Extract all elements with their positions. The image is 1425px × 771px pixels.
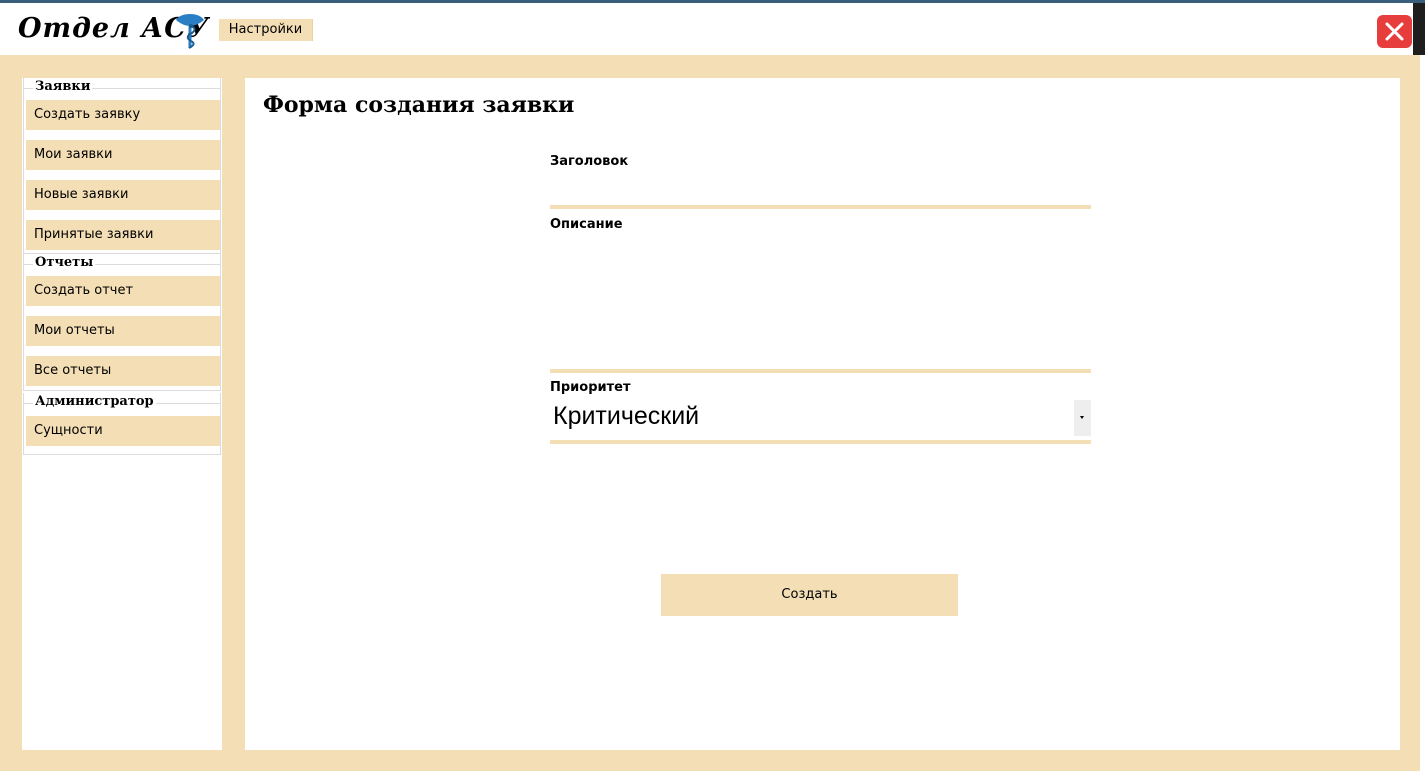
page-title: Форма создания заявки: [263, 92, 575, 118]
sidebar-item-my-reports[interactable]: Мои отчеты: [26, 316, 220, 346]
sidebar: Заявки Создать заявку Мои заявки Новые з…: [22, 78, 222, 750]
background-edge: [1413, 3, 1425, 55]
create-button[interactable]: Создать: [661, 574, 958, 616]
background-edge: [1420, 55, 1425, 771]
close-button[interactable]: [1377, 15, 1412, 48]
close-icon: [1385, 22, 1404, 41]
main-panel: Форма создания заявки Заголовок Описание…: [245, 78, 1400, 750]
title-field[interactable]: [550, 175, 1091, 209]
priority-select[interactable]: Критический: [550, 396, 1091, 444]
medical-bowl-snake-icon: [176, 14, 204, 49]
description-field[interactable]: [550, 238, 1091, 373]
sidebar-item-create-request[interactable]: Создать заявку: [26, 100, 220, 130]
chevron-down-icon: [1080, 416, 1084, 419]
sidebar-item-accepted-requests[interactable]: Принятые заявки: [26, 220, 220, 250]
sidebar-group-reports: Отчеты Создать отчет Мои отчеты Все отче…: [23, 254, 221, 391]
sidebar-item-new-requests[interactable]: Новые заявки: [26, 180, 220, 210]
sidebar-item-entities[interactable]: Сущности: [26, 416, 220, 446]
settings-button[interactable]: Настройки: [216, 19, 313, 41]
sidebar-group-admin: Администратор Сущности: [23, 393, 221, 455]
sidebar-group-title: Заявки: [33, 79, 93, 95]
priority-field-label: Приоритет: [550, 380, 631, 395]
description-field-label: Описание: [550, 217, 623, 232]
sidebar-item-all-reports[interactable]: Все отчеты: [26, 356, 220, 386]
sidebar-group-title: Отчеты: [33, 255, 96, 271]
sidebar-item-create-report[interactable]: Создать отчет: [26, 276, 220, 306]
sidebar-item-my-requests[interactable]: Мои заявки: [26, 140, 220, 170]
priority-selected-value: Критический: [553, 402, 700, 430]
title-field-label: Заголовок: [550, 154, 629, 169]
app-header: Отдел АСУ Настройки: [0, 3, 1413, 55]
dropdown-button[interactable]: [1074, 400, 1091, 436]
sidebar-group-title: Администратор: [33, 394, 156, 410]
sidebar-group-requests: Заявки Создать заявку Мои заявки Новые з…: [23, 78, 221, 254]
